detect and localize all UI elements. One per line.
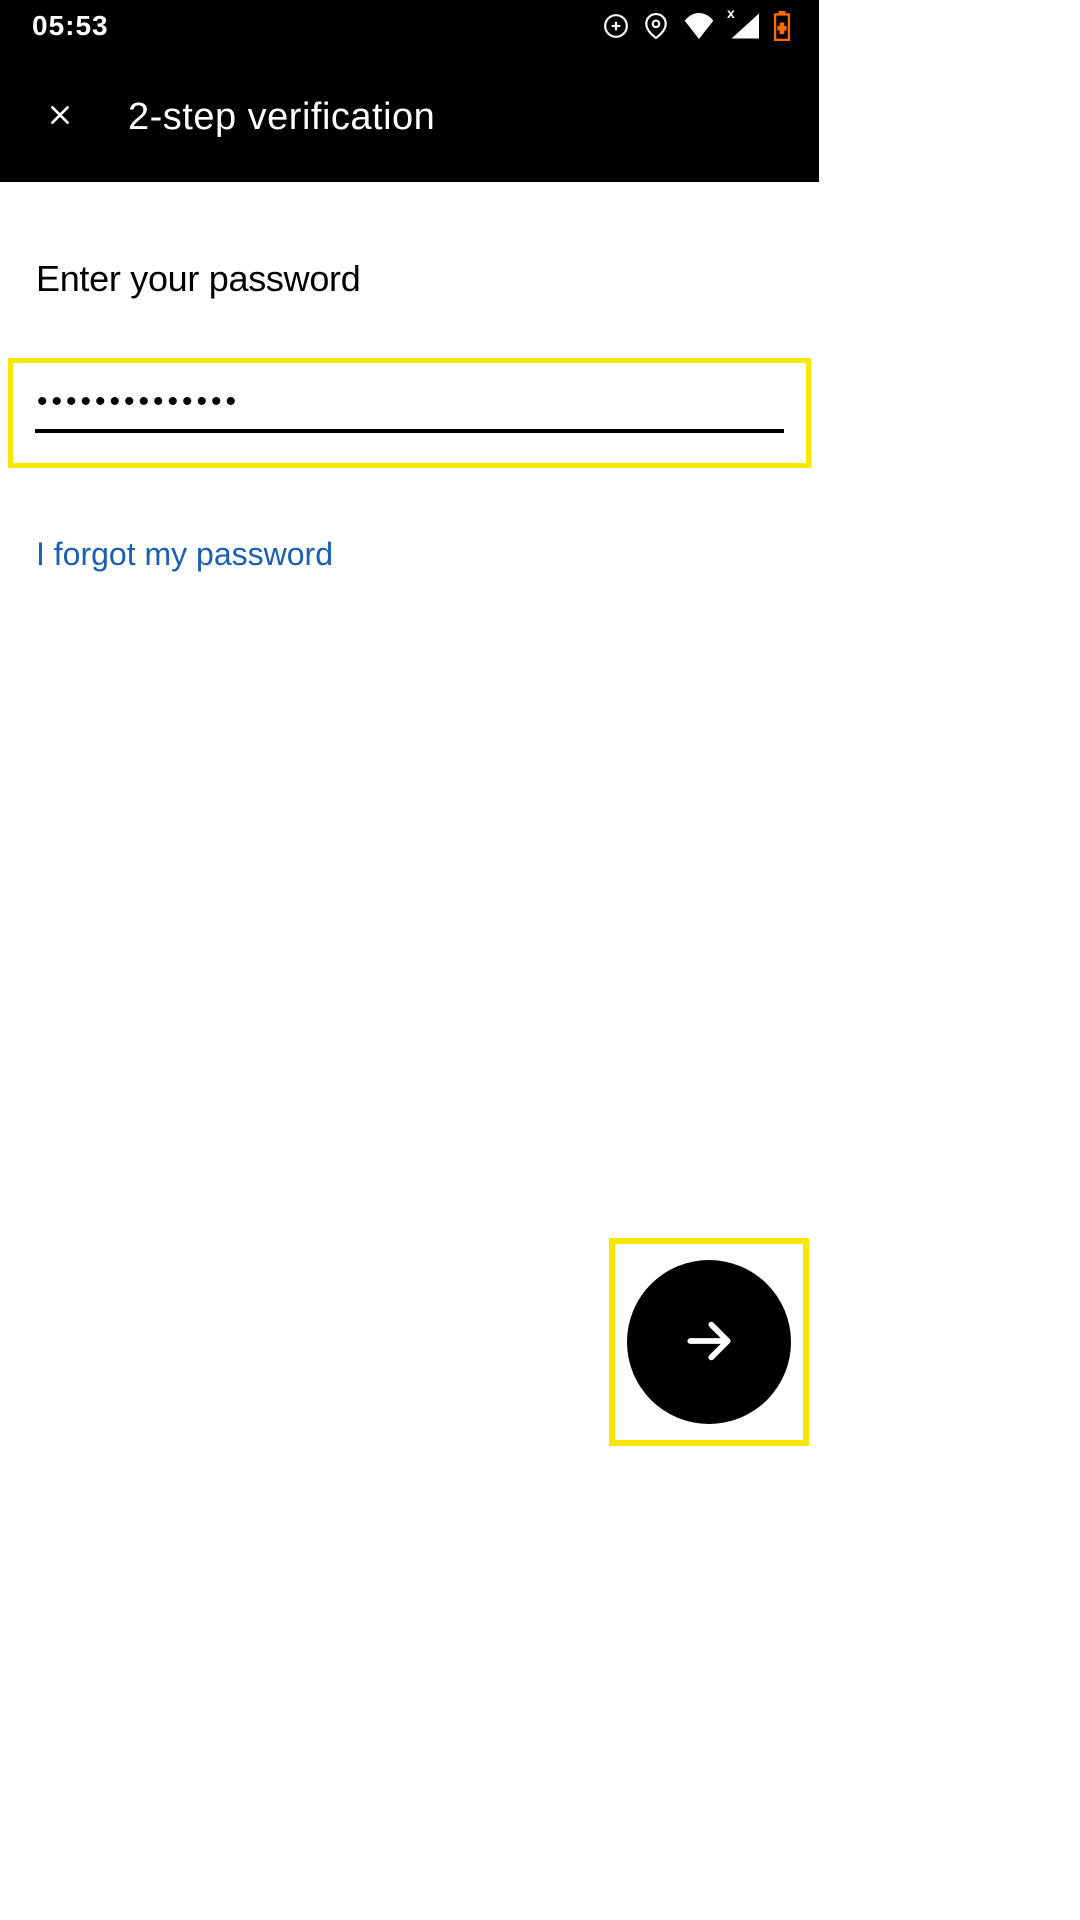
- status-time: 05:53: [32, 10, 109, 42]
- wifi-icon: [683, 13, 715, 39]
- next-button-wrapper: [609, 1238, 809, 1446]
- close-icon[interactable]: [44, 99, 76, 136]
- app-bar: 2-step verification: [0, 52, 819, 182]
- forgot-password-link[interactable]: I forgot my password: [36, 536, 333, 573]
- cellular-icon: x: [729, 13, 759, 39]
- status-bar: 05:53 x: [0, 0, 819, 52]
- status-icons: x: [603, 11, 791, 41]
- heading: Enter your password: [36, 258, 783, 300]
- password-field-wrapper: [8, 358, 811, 468]
- battery-icon: [773, 11, 791, 41]
- arrow-right-icon: [681, 1313, 737, 1372]
- page-title: 2-step verification: [128, 96, 435, 139]
- add-circle-icon: [603, 13, 629, 39]
- next-button[interactable]: [627, 1260, 791, 1424]
- location-icon: [643, 11, 669, 41]
- password-input[interactable]: [35, 381, 784, 433]
- content-area: Enter your password I forgot my password: [0, 182, 819, 573]
